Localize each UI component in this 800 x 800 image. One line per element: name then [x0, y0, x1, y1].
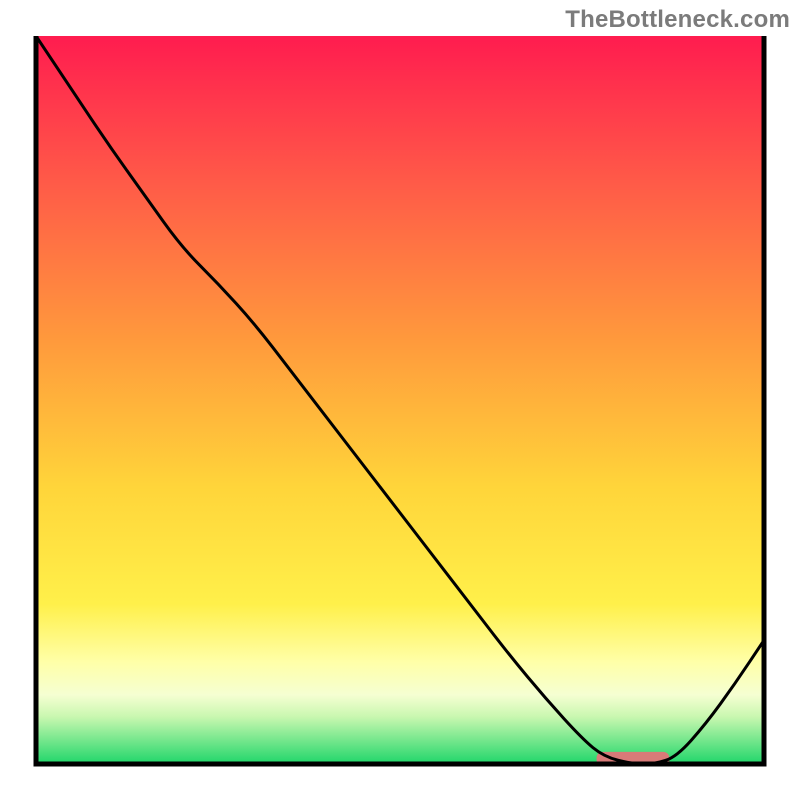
- chart-background: [36, 36, 764, 764]
- bottleneck-chart: [0, 0, 800, 800]
- watermark-text: TheBottleneck.com: [565, 6, 790, 34]
- chart-stage: TheBottleneck.com: [0, 0, 800, 800]
